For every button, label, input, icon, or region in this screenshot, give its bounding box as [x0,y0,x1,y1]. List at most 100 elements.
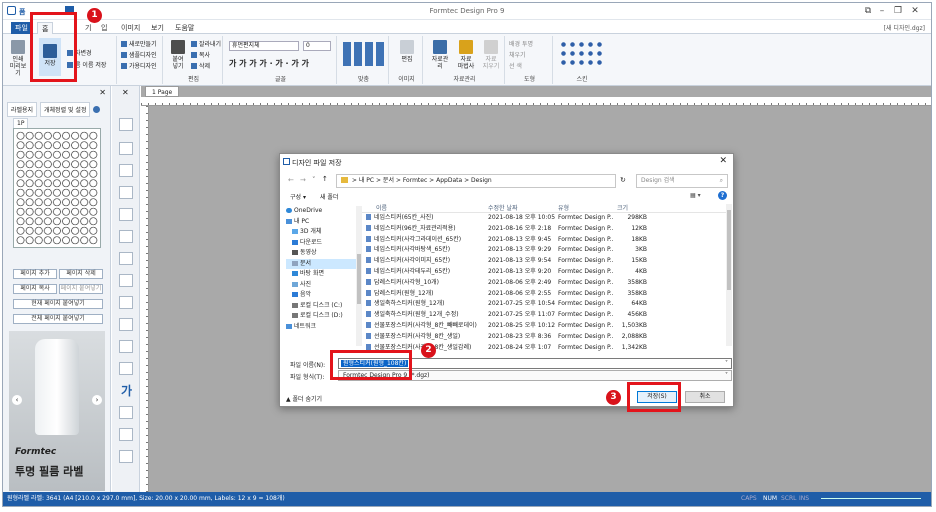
image-edit-button[interactable]: 편집 [396,40,418,63]
file-row[interactable]: 선물포장스티커(사각형_8칸_빼빼로데이) 2021-08-25 오후 10:12… [362,321,726,332]
image-tool[interactable] [119,208,133,221]
toolstrip-close-icon[interactable]: ✕ [122,88,129,97]
nav-documents[interactable]: 문서 [286,258,356,269]
nav-3d-objects[interactable]: 3D 개체 [286,227,356,238]
file-row[interactable]: 선물포장스티커(사각형_8칸_생일감례)2021-08-24 오후 1:07Fo… [362,343,726,354]
nav-onedrive[interactable]: OneDrive [286,206,356,217]
line-color-option[interactable]: 선 색 [509,61,522,70]
file-list-scrollbar[interactable] [726,204,732,346]
nav-videos[interactable]: 동영상 [286,248,356,259]
file-row[interactable]: 답례스티커(사각형_10개) 2021-08-06 오후 2:49 Formtec … [362,278,726,289]
page-tab[interactable]: 1 Page [145,86,180,97]
line-tool[interactable] [119,230,133,243]
file-row[interactable]: 네임스티커(사각테두리_65칸) 2021-08-13 오후 9:20 Formte… [362,267,726,278]
nav-scroll-thumb[interactable] [357,254,361,304]
lock-tool[interactable] [119,318,133,331]
font-tool[interactable]: 가 [121,382,132,399]
available-design-button[interactable]: 가용디자인 [121,61,157,70]
align-buttons[interactable] [343,42,385,66]
dialog-close-icon[interactable]: ✕ [719,156,727,166]
font-style-row[interactable]: 가 가 가 가 · 가 · 가 가 [229,58,309,69]
nav-music[interactable]: 음악 [286,290,356,301]
tab-label-sheet[interactable]: 라벨용지 [7,102,38,117]
filetype-dropdown-icon[interactable]: ˅ [725,371,728,380]
promo-prev-icon[interactable]: ‹ [12,395,22,405]
shape-tool[interactable] [119,252,133,265]
column-date[interactable]: 수정한 날짜 [488,204,554,213]
column-name[interactable]: 이름 [366,204,486,213]
new-design-button[interactable]: 새로만들기 [121,39,157,48]
filename-input[interactable]: 원형스티커(원형_108칸) ˅ [338,358,732,369]
tab-home[interactable]: 홈 [37,22,54,34]
up-arrow-icon[interactable]: ↑ [322,175,328,183]
column-type[interactable]: 유형 [558,204,614,213]
text-tool[interactable] [119,142,133,155]
nav-local-disk-d[interactable]: 로컬 디스크 (D:) [286,311,356,322]
picture-tool[interactable] [119,406,133,419]
grid-tool[interactable] [119,274,133,287]
tab-image[interactable]: 이미지 [117,22,144,34]
convert-button[interactable]: 자변경 [67,48,92,57]
column-size[interactable]: 크기 [617,204,647,213]
save-button[interactable]: 저장(S) [637,391,677,403]
nav-network[interactable]: 네트워크 [286,322,356,333]
file-row[interactable]: 네임스티커(사각바탕색_65칸) 2021-08-13 오후 9:29 Formte… [362,245,726,256]
frame-tool[interactable] [119,296,133,309]
file-row[interactable]: 네임스티커(96칸_자료관리적용) 2021-08-16 오후 2:18 Formt… [362,224,726,235]
nav-local-disk-c[interactable]: 로컬 디스크 (C:) [286,301,356,312]
dropdown-arrow-icon[interactable]: ˅ [312,176,316,184]
save-ribbon-button[interactable]: 저장 [39,38,61,76]
tab-file[interactable]: 파일 [11,22,32,34]
file-row[interactable]: 생일축하스티커(원형_12개) 2021-07-25 오후 10:54 Formte… [362,299,726,310]
panel-close-icon[interactable]: ✕ [99,88,106,97]
tab-object-align[interactable]: 개체정렬 및 설정 [40,102,91,117]
paste-all-pages-button[interactable]: 전체 페이지 붙여넣기 [13,314,103,324]
copy-page-button[interactable]: 페이지 복사 [13,284,57,294]
refresh-icon[interactable]: ↻ [620,176,626,184]
restore-button[interactable]: ❐ [891,6,905,16]
window-tool[interactable] [119,428,133,441]
filename-dropdown-icon[interactable]: ˅ [725,359,728,368]
file-row[interactable]: 답례스티커(원형_12개) 2021-08-06 오후 2:55 Formtec D… [362,289,726,300]
minimize-button[interactable]: – [875,6,889,16]
fill-option[interactable]: 채우기 [509,50,526,59]
filetype-select[interactable]: Formtec Design Pro 9 (*.dgz) ˅ [338,370,732,381]
promo-next-icon[interactable]: › [92,395,102,405]
data-wizard-button[interactable]: 자료 마법사 [455,40,477,70]
tab-help[interactable]: 도움말 [171,22,198,34]
cut-button[interactable]: 잘라내기 [191,39,221,48]
close-button[interactable]: ✕ [908,6,922,16]
file-scroll-thumb[interactable] [727,210,731,290]
select-tool[interactable] [119,118,133,131]
zoom-slider[interactable] [821,498,921,499]
barcode-tool[interactable] [119,164,133,177]
cancel-button[interactable]: 취소 [685,391,725,403]
nav-desktop[interactable]: 바탕 화면 [286,269,356,280]
font-name-select[interactable]: 휴먼편지체 [229,41,299,51]
transparent-bg-checkbox[interactable]: 배경 투명 [509,39,533,48]
skin-palette[interactable] [559,40,603,66]
hide-folders-button[interactable]: ▲ 폴더 숨기기 [286,394,322,403]
sample-design-button[interactable]: 샘플디자인 [121,50,157,59]
address-bar[interactable]: > 내 PC > 문서 > Formtec > AppData > Design [336,174,616,188]
font-size-select[interactable]: 0 [303,41,331,51]
label-sheet-preview[interactable] [13,128,101,248]
magic-tool[interactable] [119,450,133,463]
copy-button[interactable]: 복사 [191,50,210,59]
file-row[interactable]: 네임스티커(사각그라데이션_65칸) 2021-08-13 오후 9:45 Form… [362,235,726,246]
align-tool[interactable] [119,362,133,375]
data-clear-button[interactable]: 자료 지우기 [480,40,502,70]
file-row[interactable]: 선물포장스티커(사각형_8칸_생일) 2021-08-23 오후 8:36 Form… [362,332,726,343]
data-management-button[interactable]: 자료관리 [429,40,451,70]
save-as-button[interactable]: 름 이름 저장 [67,60,106,69]
layout-tool[interactable] [119,340,133,353]
tab-view[interactable]: 보기 [147,22,168,34]
add-page-button[interactable]: 페이지 추가 [13,269,57,279]
paste-page-button[interactable]: 페이지 붙여넣기 [59,284,103,294]
back-arrow-icon[interactable]: ← [288,176,294,184]
delete-button[interactable]: 삭제 [191,61,210,70]
ribbon-options-icon[interactable]: ⧉ [861,6,875,16]
paste-button[interactable]: 붙여 넣기 [167,40,189,70]
nav-this-pc[interactable]: 내 PC [286,217,356,228]
forward-arrow-icon[interactable]: → [300,176,306,184]
